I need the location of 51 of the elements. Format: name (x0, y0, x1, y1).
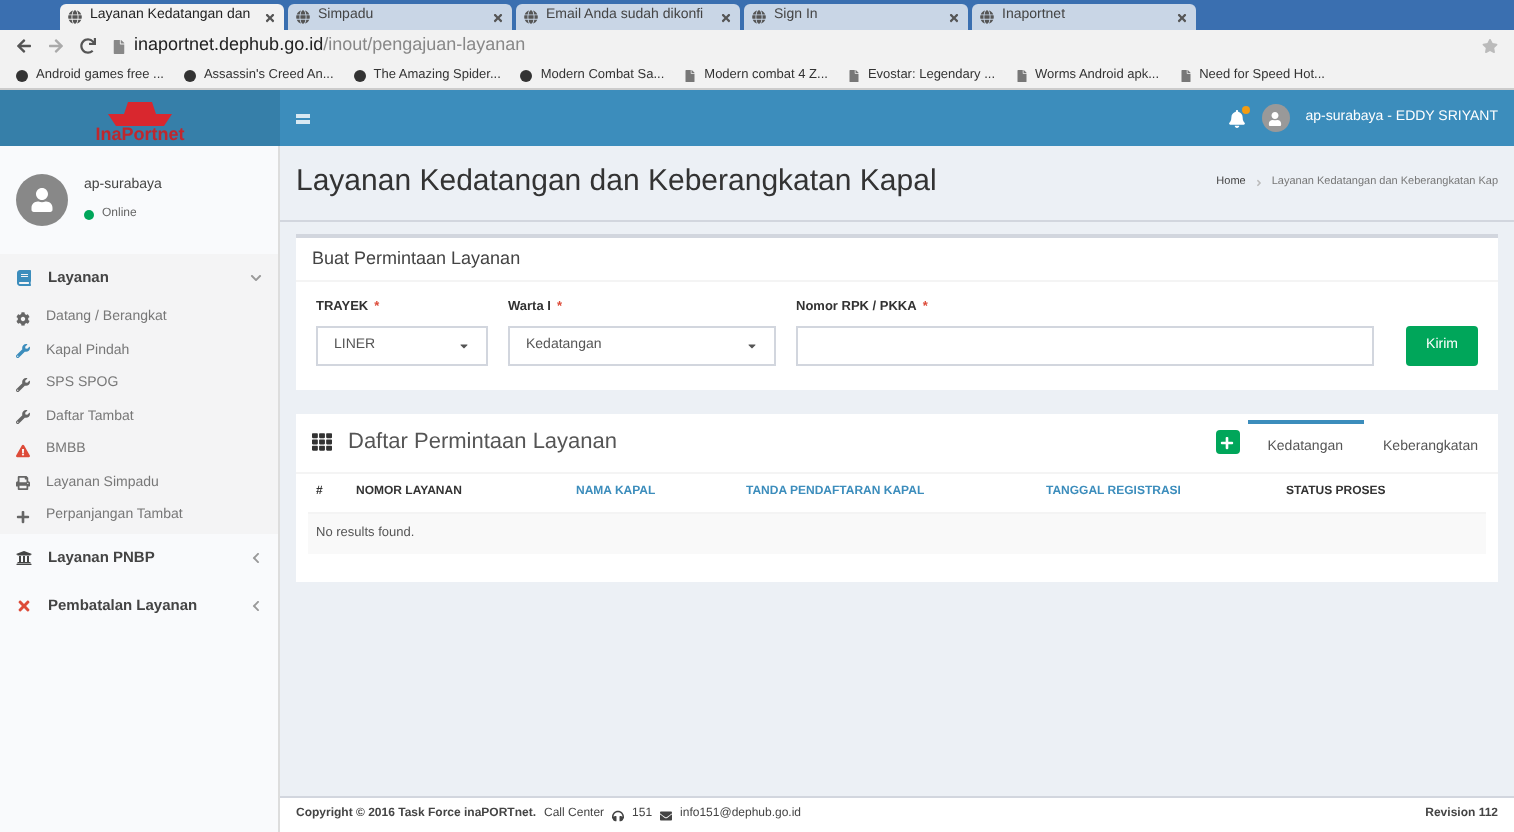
card-title: Buat Permintaan Layanan (296, 238, 1498, 282)
menu-icon[interactable] (296, 113, 310, 123)
close-icon[interactable] (948, 11, 960, 23)
page-icon (1179, 69, 1192, 81)
star-icon[interactable] (1482, 38, 1498, 54)
wrench-icon (16, 344, 30, 359)
page-icon (112, 39, 126, 53)
avatar-icon (16, 174, 68, 226)
close-icon[interactable] (720, 11, 732, 23)
page-icon (1015, 69, 1028, 81)
printer-icon (16, 476, 30, 491)
envelope-icon (660, 809, 673, 821)
caret-icon (746, 339, 758, 352)
close-icon (16, 597, 32, 613)
site-icon (16, 69, 28, 81)
wrench-icon (16, 377, 30, 392)
grid-icon (312, 432, 332, 453)
globe-icon (980, 10, 994, 24)
close-icon[interactable] (492, 11, 504, 23)
avatar-icon (1261, 104, 1290, 132)
globe-icon (752, 10, 766, 24)
chevron-left-icon (250, 551, 262, 563)
plus-icon (16, 509, 30, 524)
bank-icon (16, 549, 32, 565)
notification-button[interactable] (1227, 109, 1246, 127)
gear-icon (16, 311, 30, 326)
page-icon (847, 69, 860, 81)
headphones-icon (612, 809, 625, 821)
chevron-left-icon (250, 599, 262, 611)
add-button[interactable] (1215, 430, 1240, 455)
input-field[interactable] (796, 325, 1375, 366)
card-title: Daftar Permintaan Layanan (348, 428, 618, 458)
page-icon (684, 69, 697, 81)
globe-icon (68, 10, 82, 24)
logo-text: InaPortnet (95, 126, 185, 146)
close-icon[interactable] (264, 11, 276, 23)
caret-icon (458, 339, 470, 352)
warning-icon (16, 443, 30, 458)
site-icon (183, 69, 196, 81)
site-icon (353, 69, 366, 81)
chevron-down-icon (250, 272, 262, 284)
book-icon (16, 270, 32, 286)
wrench-icon (16, 410, 30, 425)
globe-icon (524, 10, 538, 24)
close-icon[interactable] (1176, 11, 1188, 23)
page-title: Layanan Kedatangan dan Keberangkatan Kapal (296, 162, 939, 203)
globe-icon (296, 10, 310, 24)
chevron-right-icon (1253, 178, 1264, 188)
site-icon (520, 69, 533, 81)
back-icon[interactable] (16, 38, 32, 54)
reload-icon[interactable] (80, 38, 96, 54)
